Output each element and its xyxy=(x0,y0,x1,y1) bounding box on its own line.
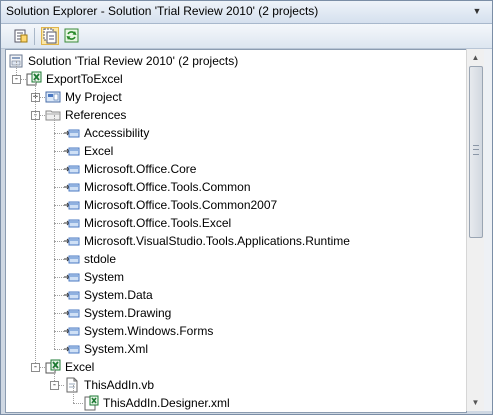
refresh-button[interactable] xyxy=(63,27,81,45)
tree-node[interactable]: System.Xml xyxy=(6,340,466,358)
tree-node-label: System.Data xyxy=(84,288,153,302)
tree-node-label: Accessibility xyxy=(84,126,150,140)
my-project-icon xyxy=(45,91,61,103)
scroll-up-arrow-icon[interactable]: ▲ xyxy=(469,51,482,64)
scroll-down-arrow-icon[interactable]: ▼ xyxy=(469,396,482,409)
solution-explorer-window: Solution Explorer - Solution 'Trial Revi… xyxy=(0,0,493,415)
tree-node[interactable]: System.Data xyxy=(6,286,466,304)
tree-node[interactable]: - ExportToExcel xyxy=(6,70,466,88)
tree-node[interactable]: - Excel xyxy=(6,358,466,376)
window-menu-dropdown-icon[interactable]: ▼ xyxy=(470,4,484,18)
tree-node-label: System.Drawing xyxy=(84,306,172,320)
window-edge xyxy=(484,49,492,411)
tree-node-label: Microsoft.Office.Core xyxy=(84,162,197,176)
properties-icon xyxy=(14,29,28,43)
tree-node-label: Microsoft.Office.Tools.Common xyxy=(84,180,251,194)
vb-file-icon xyxy=(66,377,78,393)
tree-node[interactable]: Microsoft.VisualStudio.Tools.Application… xyxy=(6,232,466,250)
reference-icon xyxy=(64,309,80,318)
toolbar-separator xyxy=(34,28,35,45)
show-all-files-icon xyxy=(43,28,57,44)
tree-node[interactable]: System xyxy=(6,268,466,286)
designer-xml-icon xyxy=(84,395,99,411)
reference-icon xyxy=(64,219,80,228)
tree-node[interactable]: Accessibility xyxy=(6,124,466,142)
tree-node-label: ExportToExcel xyxy=(46,72,123,86)
tree-node-label: My Project xyxy=(65,90,122,104)
reference-icon xyxy=(64,201,80,210)
collapse-minus-icon[interactable]: - xyxy=(31,363,40,372)
vb-project-icon xyxy=(26,71,42,86)
reference-icon xyxy=(64,183,80,192)
excel-folder-icon xyxy=(45,359,61,374)
reference-icon xyxy=(64,237,80,246)
show-all-files-button[interactable] xyxy=(41,27,59,45)
reference-icon xyxy=(64,327,80,336)
refresh-icon xyxy=(64,28,79,43)
properties-button[interactable] xyxy=(12,27,30,45)
tree-node-label: Solution 'Trial Review 2010' (2 projects… xyxy=(28,54,239,68)
tree-node-label: Excel xyxy=(65,360,95,374)
tree-node[interactable]: Excel xyxy=(6,142,466,160)
tree-node[interactable]: Microsoft.Office.Tools.Common xyxy=(6,178,466,196)
collapse-minus-icon[interactable]: - xyxy=(50,381,59,390)
tree-node-label: Microsoft.VisualStudio.Tools.Application… xyxy=(84,234,350,248)
title-bar[interactable]: Solution Explorer - Solution 'Trial Revi… xyxy=(1,1,492,24)
tree-guide-line xyxy=(35,79,36,367)
reference-icon xyxy=(64,291,80,300)
tree-node-label: Excel xyxy=(84,144,114,158)
tree-node-label: ThisAddIn.Designer.xml xyxy=(103,396,230,410)
tree-node-label: System xyxy=(84,270,125,284)
tree-node[interactable]: + My Project xyxy=(6,88,466,106)
tree-node-label: Microsoft.Office.Tools.Excel xyxy=(84,216,232,230)
reference-icon xyxy=(64,165,80,174)
references-folder-icon xyxy=(45,110,61,121)
tree-node[interactable]: stdole xyxy=(6,250,466,268)
vertical-scrollbar[interactable]: ▲ ▼ xyxy=(466,49,484,411)
reference-icon xyxy=(64,273,80,282)
tree-node[interactable]: ThisAddIn.Designer.xml xyxy=(6,394,466,412)
tree-node[interactable]: System.Drawing xyxy=(6,304,466,322)
tree-node-label: ThisAddIn.vb xyxy=(84,378,155,392)
tree-node[interactable]: Solution 'Trial Review 2010' (2 projects… xyxy=(6,52,466,70)
toolbar xyxy=(1,24,492,49)
tree-node-label: System.Xml xyxy=(84,342,149,356)
tree-node-label: stdole xyxy=(84,252,117,266)
scroll-thumb[interactable] xyxy=(469,66,483,238)
reference-icon xyxy=(64,255,80,264)
tree-node-label: System.Windows.Forms xyxy=(84,324,214,338)
tree-node[interactable]: - References xyxy=(6,106,466,124)
solution-tree[interactable]: Solution 'Trial Review 2010' (2 projects… xyxy=(5,49,467,413)
tree-node-label: References xyxy=(65,108,127,122)
tree-node[interactable]: Microsoft.Office.Core xyxy=(6,160,466,178)
tree-guide-line xyxy=(54,115,55,349)
window-title: Solution Explorer - Solution 'Trial Revi… xyxy=(6,4,319,18)
scroll-grip-icon xyxy=(473,145,479,155)
reference-icon xyxy=(64,345,80,354)
tree-node-label: Microsoft.Office.Tools.Common2007 xyxy=(84,198,278,212)
collapse-minus-icon[interactable]: - xyxy=(12,75,21,84)
tree-node[interactable]: - ThisAddIn.vb xyxy=(6,376,466,394)
tree-node[interactable]: Microsoft.Office.Tools.Common2007 xyxy=(6,196,466,214)
reference-icon xyxy=(64,129,80,138)
tree-node-icon xyxy=(83,395,99,412)
tree-node[interactable]: System.Windows.Forms xyxy=(6,322,466,340)
tree-node[interactable]: Microsoft.Office.Tools.Excel xyxy=(6,214,466,232)
reference-icon xyxy=(64,147,80,156)
